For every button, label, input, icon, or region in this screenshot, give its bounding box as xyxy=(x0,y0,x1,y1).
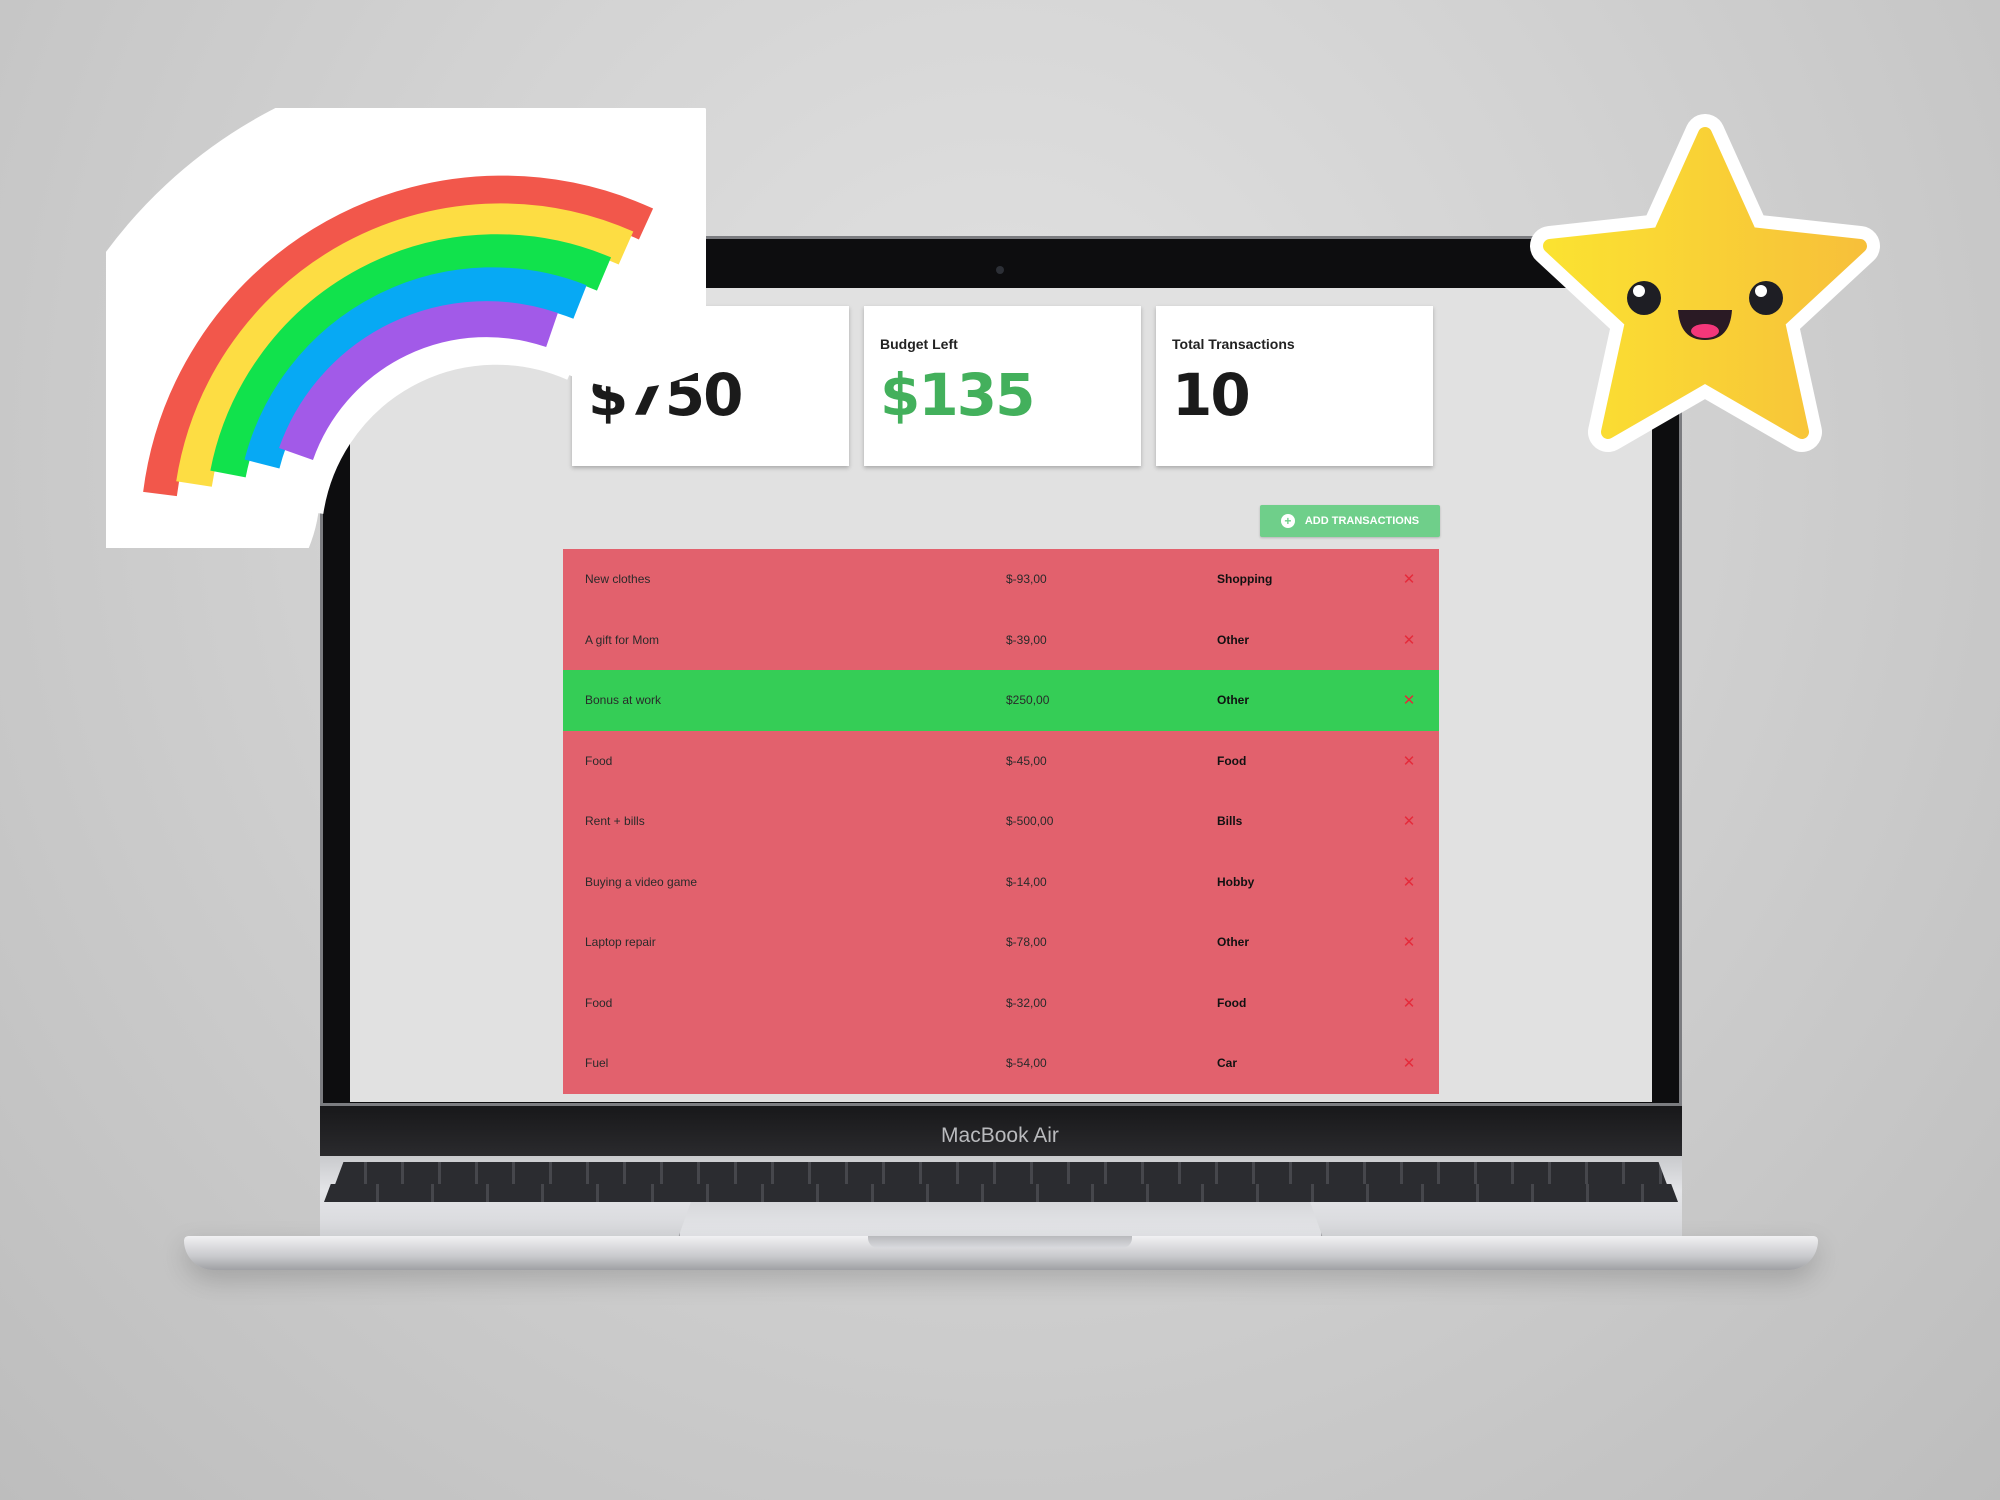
transaction-category: Food xyxy=(1217,995,1247,1010)
transaction-row: Fuel $-54,00 Car ✕ xyxy=(563,1033,1439,1094)
total-transactions-card: Total Transactions 10 xyxy=(1156,306,1433,466)
transaction-amount: $-54,00 xyxy=(1006,1056,1047,1071)
transaction-description: Laptop repair xyxy=(585,935,656,950)
total-transactions-value: 10 xyxy=(1172,361,1251,429)
total-transactions-label: Total Transactions xyxy=(1172,336,1295,352)
delete-transaction-close-icon[interactable]: ✕ xyxy=(1401,933,1417,951)
budget-left-label: Budget Left xyxy=(880,336,958,352)
transaction-row: Rent + bills $-500,00 Bills ✕ xyxy=(563,791,1439,852)
delete-transaction-close-icon[interactable]: ✕ xyxy=(1401,873,1417,891)
device-brand-label: MacBook Air xyxy=(941,1124,1059,1147)
rainbow-icon xyxy=(106,108,706,548)
star-icon xyxy=(1530,114,1880,452)
transaction-amount: $-32,00 xyxy=(1006,995,1047,1010)
transaction-row: Food $-32,00 Food ✕ xyxy=(563,972,1439,1033)
transaction-category: Food xyxy=(1217,753,1247,768)
transaction-description: New clothes xyxy=(585,572,651,587)
transaction-list: New clothes $-93,00 Shopping ✕ A gift for Mo… xyxy=(563,549,1439,1094)
transaction-amount: $-500,00 xyxy=(1006,814,1054,829)
delete-transaction-close-icon[interactable]: ✕ xyxy=(1401,994,1417,1012)
transaction-row: Bonus at work $250,00 Other ✕ xyxy=(563,670,1439,731)
transaction-category: Other xyxy=(1217,632,1250,647)
transaction-category: Other xyxy=(1217,935,1250,950)
smiling-star-sticker xyxy=(1530,114,1880,452)
transaction-description: Rent + bills xyxy=(585,814,645,829)
delete-transaction-close-icon[interactable]: ✕ xyxy=(1401,570,1417,588)
keyboard-row xyxy=(324,1184,1678,1202)
transaction-amount: $-78,00 xyxy=(1006,935,1047,950)
delete-transaction-close-icon[interactable]: ✕ xyxy=(1401,1054,1417,1072)
rainbow-sticker xyxy=(106,108,706,548)
camera-icon xyxy=(996,266,1004,274)
plus-circle-icon: + xyxy=(1280,514,1295,528)
transaction-category: Shopping xyxy=(1217,572,1273,587)
transaction-category: Other xyxy=(1217,693,1250,708)
transaction-category: Bills xyxy=(1217,814,1243,829)
add-transactions-button[interactable]: + ADD TRANSACTIONS xyxy=(1260,505,1440,537)
transaction-category: Hobby xyxy=(1217,874,1255,889)
transaction-row: New clothes $-93,00 Shopping ✕ xyxy=(563,549,1439,610)
delete-transaction-close-icon[interactable]: ✕ xyxy=(1401,752,1417,770)
transaction-row: Food $-45,00 Food ✕ xyxy=(563,730,1439,791)
delete-transaction-close-icon[interactable]: ✕ xyxy=(1401,812,1417,830)
budget-left-card: Budget Left $135 xyxy=(864,306,1141,466)
transaction-row: Laptop repair $-78,00 Other ✕ xyxy=(563,912,1439,973)
delete-transaction-close-icon[interactable]: ✕ xyxy=(1401,691,1417,709)
transaction-description: Fuel xyxy=(585,1056,609,1071)
lid-notch xyxy=(868,1236,1132,1248)
transaction-amount: $-93,00 xyxy=(1006,572,1047,587)
transaction-description: Buying a video game xyxy=(585,874,698,889)
transaction-amount: $250,00 xyxy=(1006,693,1050,708)
transaction-row: A gift for Mom $-39,00 Other ✕ xyxy=(563,609,1439,670)
transaction-description: A gift for Mom xyxy=(585,632,660,647)
transaction-description: Bonus at work xyxy=(585,693,662,708)
trackpad xyxy=(678,1202,1323,1238)
transaction-amount: $-39,00 xyxy=(1006,632,1047,647)
transaction-amount: $-14,00 xyxy=(1006,874,1047,889)
budget-left-value: $135 xyxy=(880,361,1035,429)
delete-transaction-close-icon[interactable]: ✕ xyxy=(1401,631,1417,649)
transaction-amount: $-45,00 xyxy=(1006,753,1047,768)
transaction-row: Buying a video game $-14,00 Hobby ✕ xyxy=(563,851,1439,912)
transaction-description: Food xyxy=(585,995,613,1010)
transaction-description: Food xyxy=(585,753,613,768)
add-transactions-label: ADD TRANSACTIONS xyxy=(1304,515,1420,527)
transaction-category: Car xyxy=(1217,1056,1238,1071)
